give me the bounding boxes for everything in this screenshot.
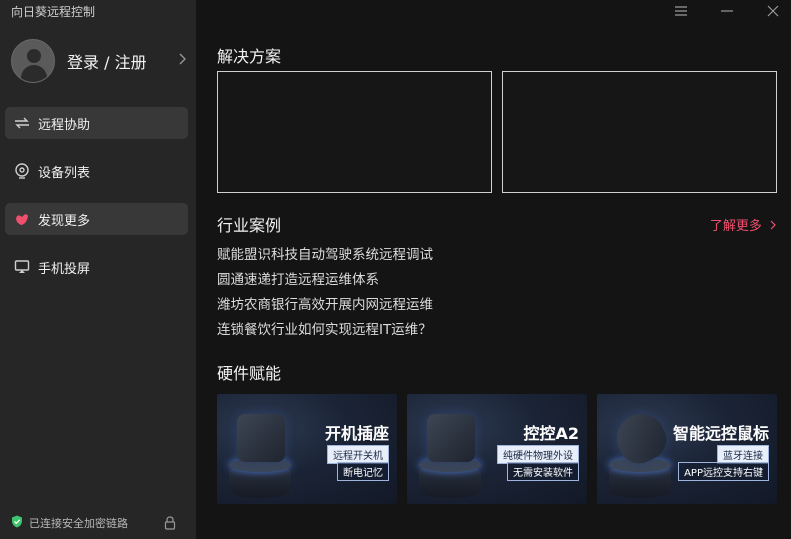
pedestal-graphic	[419, 458, 481, 498]
hardware-card-mouse[interactable]: 智能远控鼠标 蓝牙连接 APP远控支持右键	[597, 394, 777, 504]
screen-cast-icon	[12, 257, 32, 277]
hardware-title: 硬件赋能	[217, 364, 282, 383]
smart-socket-image	[237, 414, 285, 462]
pedestal-graphic	[229, 458, 291, 498]
case-link[interactable]: 潍坊农商银行高效开展内网远程运维	[217, 293, 433, 313]
solution-banner-2[interactable]	[502, 71, 777, 193]
sidebar-item-discover[interactable]: 发现更多	[5, 203, 188, 235]
shield-check-icon	[11, 515, 23, 531]
sidebar-item-label: 远程协助	[38, 117, 91, 133]
sidebar-item-label: 手机投屏	[38, 261, 91, 277]
avatar	[11, 39, 55, 83]
minimize-icon[interactable]	[719, 3, 735, 19]
hardware-card-tag: APP远控支持右键	[678, 462, 769, 481]
chevron-right-icon	[766, 219, 777, 234]
close-icon[interactable]	[765, 3, 781, 19]
connection-status-text: 已连接安全加密链路	[29, 517, 128, 530]
solutions-title: 解决方案	[217, 47, 282, 66]
pedestal-graphic	[609, 458, 671, 498]
hardware-card-tag: 无需安装软件	[507, 462, 579, 481]
connection-status: 已连接安全加密链路	[11, 515, 128, 531]
hardware-card-title: 开机插座	[324, 424, 389, 443]
sidebar-item-label: 发现更多	[38, 213, 91, 229]
learn-more-label: 了解更多	[709, 219, 762, 234]
menu-icon[interactable]	[673, 3, 689, 19]
login-register-button[interactable]: 登录 / 注册	[11, 39, 187, 83]
hardware-card-title: 智能远控鼠标	[672, 424, 769, 443]
remote-assist-icon	[12, 113, 32, 133]
sidebar-item-screen-cast[interactable]: 手机投屏	[5, 251, 188, 283]
sidebar-item-device-list[interactable]: 设备列表	[5, 155, 188, 187]
learn-more-link[interactable]: 了解更多	[710, 215, 777, 234]
login-label: 登录 / 注册	[67, 53, 147, 72]
app-title: 向日葵远程控制	[11, 5, 96, 19]
sidebar-nav: 远程协助 设备列表 发现更多 手机投屏	[5, 107, 188, 299]
case-link[interactable]: 连锁餐饮行业如何实现远程IT运维？	[217, 318, 432, 338]
hardware-card-tag: 断电记忆	[337, 462, 389, 481]
cases-title: 行业案例	[217, 216, 282, 235]
kvm-device-image	[427, 414, 475, 462]
sidebar: 向日葵远程控制 登录 / 注册 远程协助 设备列表 发现更多 手机投屏 已连接安…	[0, 0, 196, 539]
case-link[interactable]: 赋能盟识科技自动驾驶系统远程调试	[217, 243, 433, 263]
chevron-right-icon	[179, 53, 187, 69]
lock-icon[interactable]	[164, 515, 176, 534]
sidebar-item-label: 设备列表	[38, 165, 91, 181]
sidebar-item-remote-assist[interactable]: 远程协助	[5, 107, 188, 139]
solution-banner-1[interactable]	[217, 71, 492, 193]
hardware-card-title: 控控A2	[523, 424, 579, 443]
hardware-card-socket[interactable]: 开机插座 远程开关机 断电记忆	[217, 394, 397, 504]
case-link[interactable]: 圆通速递打造远程运维体系	[217, 268, 379, 288]
hardware-card-kongkong-a2[interactable]: 控控A2 纯硬件物理外设 无需安装软件	[407, 394, 587, 504]
discover-icon	[12, 209, 32, 229]
device-list-icon	[12, 161, 32, 181]
